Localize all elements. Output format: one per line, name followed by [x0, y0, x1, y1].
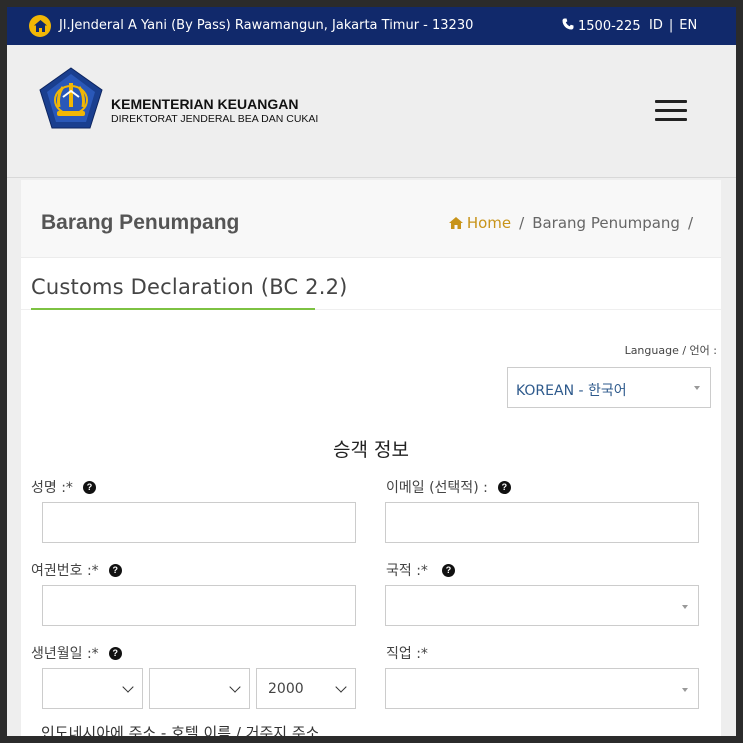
nationality-label: 국적 :* ? — [386, 560, 455, 580]
dob-year-select[interactable]: 2000 — [256, 668, 356, 709]
dob-day-select[interactable] — [42, 668, 143, 709]
browser-frame: Jl.Jenderal A Yani (By Pass) Rawamangun,… — [7, 7, 736, 736]
occupation-label: 직업 :* — [386, 643, 428, 663]
content-card: Barang Penumpang Home / Barang Penumpang… — [21, 180, 721, 736]
home-icon — [448, 217, 463, 229]
chevron-down-icon — [122, 681, 134, 693]
breadcrumb-home-link[interactable]: Home — [448, 214, 512, 232]
caret-down-icon — [682, 605, 688, 609]
dob-year-value: 2000 — [268, 681, 304, 697]
language-label: Language / 언어 : — [624, 344, 717, 357]
home-icon[interactable] — [29, 15, 51, 37]
title-bar: Barang Penumpang Home / Barang Penumpang… — [21, 180, 721, 258]
office-address: Jl.Jenderal A Yani (By Pass) Rawamangun,… — [59, 18, 474, 33]
chevron-down-icon — [229, 681, 241, 693]
help-icon[interactable]: ? — [108, 646, 122, 660]
org-name: KEMENTERIAN KEUANGAN — [111, 96, 299, 112]
help-icon[interactable]: ? — [497, 480, 511, 494]
phone-contact[interactable]: 1500-225 — [562, 18, 641, 34]
org-subtitle: DIREKTORAT JENDERAL BEA DAN CUKAI — [111, 113, 319, 125]
top-bar: Jl.Jenderal A Yani (By Pass) Rawamangun,… — [7, 7, 736, 45]
help-icon[interactable]: ? — [441, 563, 455, 577]
phone-icon — [562, 18, 574, 34]
chevron-down-icon — [335, 681, 347, 693]
section-underline — [31, 308, 315, 310]
name-field[interactable] — [42, 502, 356, 543]
email-field[interactable] — [385, 502, 699, 543]
language-select[interactable]: KOREAN - 한국어 — [507, 367, 711, 408]
form-heading: 승객 정보 — [333, 439, 409, 461]
passport-label-text: 여권번호 :* — [31, 563, 99, 579]
help-icon[interactable]: ? — [82, 480, 96, 494]
passport-field[interactable] — [42, 585, 356, 626]
page-title: Barang Penumpang — [41, 211, 240, 234]
dob-month-select[interactable] — [149, 668, 250, 709]
language-switch: ID | EN — [649, 18, 698, 33]
occupation-select[interactable] — [385, 668, 699, 709]
passport-label: 여권번호 :* ? — [31, 560, 122, 580]
breadcrumb-current: Barang Penumpang — [532, 214, 680, 232]
dob-label: 생년월일 :* ? — [31, 643, 122, 663]
name-label: 성명 :* ? — [31, 477, 96, 497]
breadcrumb: Home / Barang Penumpang / — [448, 214, 701, 232]
breadcrumb-separator: / — [519, 214, 525, 232]
occupation-label-text: 직업 :* — [386, 646, 428, 662]
dob-label-text: 생년월일 :* — [31, 646, 99, 662]
indonesia-address-label: 인도네시아에 주소 - 호텔 이름 / 거주지 주소 — [41, 724, 320, 736]
help-icon[interactable]: ? — [108, 563, 122, 577]
section-title: Customs Declaration (BC 2.2) — [31, 275, 348, 299]
email-label: 이메일 (선택적) : ? — [386, 477, 511, 497]
caret-down-icon — [694, 386, 700, 390]
breadcrumb-home-label: Home — [466, 214, 512, 232]
nationality-select[interactable] — [385, 585, 699, 626]
menu-icon[interactable] — [655, 100, 687, 124]
breadcrumb-separator: / — [687, 214, 693, 232]
ministry-logo-icon[interactable] — [39, 67, 103, 129]
site-header: KEMENTERIAN KEUANGAN DIREKTORAT JENDERAL… — [7, 45, 736, 178]
name-label-text: 성명 :* — [31, 480, 73, 496]
lang-id-link[interactable]: ID — [649, 18, 663, 33]
lang-en-link[interactable]: EN — [679, 18, 697, 33]
phone-number: 1500-225 — [578, 18, 641, 34]
caret-down-icon — [682, 688, 688, 692]
language-selected-value: KOREAN - 한국어 — [516, 383, 627, 399]
nationality-label-text: 국적 :* — [386, 563, 428, 579]
email-label-text: 이메일 (선택적) : — [386, 480, 488, 496]
